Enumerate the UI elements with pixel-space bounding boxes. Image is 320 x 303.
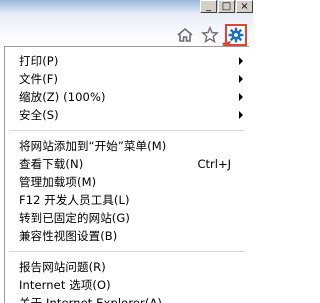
- restore-button[interactable]: □: [218, 0, 235, 13]
- menu-item-file[interactable]: 文件(F): [5, 70, 249, 88]
- window-controls: _ □ ×: [200, 0, 253, 13]
- menu-item-add-to-start[interactable]: 将网站添加到“开始”菜单(M): [5, 137, 249, 155]
- menu-item-zoom[interactable]: 缩放(Z) (100%): [5, 88, 249, 106]
- close-button[interactable]: ×: [236, 0, 253, 13]
- menu-item-print[interactable]: 打印(P): [5, 52, 249, 70]
- menu-item-label: 安全(S): [19, 108, 59, 122]
- menu-item-label: 兼容性视图设置(B): [19, 229, 118, 243]
- menu-item-pinned-sites[interactable]: 转到已固定的网站(G): [5, 209, 249, 227]
- menu-item-label: F12 开发人员工具(L): [19, 193, 130, 207]
- submenu-arrow-icon: [239, 57, 243, 65]
- home-icon[interactable]: [175, 25, 195, 45]
- menu-separator: [9, 251, 245, 252]
- menu-item-shortcut: Ctrl+J: [197, 157, 232, 171]
- submenu-arrow-icon: [239, 93, 243, 101]
- menu-item-label: 缩放(Z) (100%): [19, 90, 106, 104]
- menu-item-label: 查看下载(N): [19, 157, 84, 171]
- tools-menu: 打印(P) 文件(F) 缩放(Z) (100%) 安全(S) 将网站添加到“开始…: [4, 46, 249, 303]
- menu-item-manage-addons[interactable]: 管理加载项(M): [5, 173, 249, 191]
- menu-item-dev-tools[interactable]: F12 开发人员工具(L): [5, 191, 249, 209]
- menu-separator: [9, 130, 245, 131]
- menu-item-label: 报告网站问题(R): [19, 260, 106, 274]
- minimize-button[interactable]: _: [200, 0, 217, 13]
- menu-item-label: 文件(F): [19, 72, 59, 86]
- menu-item-view-downloads[interactable]: 查看下载(N) Ctrl+J: [5, 155, 249, 173]
- submenu-arrow-icon: [239, 75, 243, 83]
- menu-item-label: Internet 选项(O): [19, 278, 111, 292]
- menu-item-label: 将网站添加到“开始”菜单(M): [19, 139, 167, 153]
- menu-item-safety[interactable]: 安全(S): [5, 106, 249, 124]
- menu-item-label: 关于 Internet Explorer(A): [19, 296, 162, 303]
- menu-item-about-ie[interactable]: 关于 Internet Explorer(A): [5, 294, 249, 303]
- menu-item-label: 打印(P): [19, 54, 59, 68]
- menu-item-internet-options[interactable]: Internet 选项(O): [5, 276, 249, 294]
- submenu-arrow-icon: [239, 111, 243, 119]
- ie-window: _ □ × 打印(P) 文件(F) 缩放(Z) (100%) 安全(S) 将网站…: [0, 0, 253, 303]
- menu-item-label: 管理加载项(M): [19, 175, 97, 189]
- menu-item-label: 转到已固定的网站(G): [19, 211, 130, 225]
- menu-item-report-problems[interactable]: 报告网站问题(R): [5, 258, 249, 276]
- menu-item-compat-view[interactable]: 兼容性视图设置(B): [5, 227, 249, 245]
